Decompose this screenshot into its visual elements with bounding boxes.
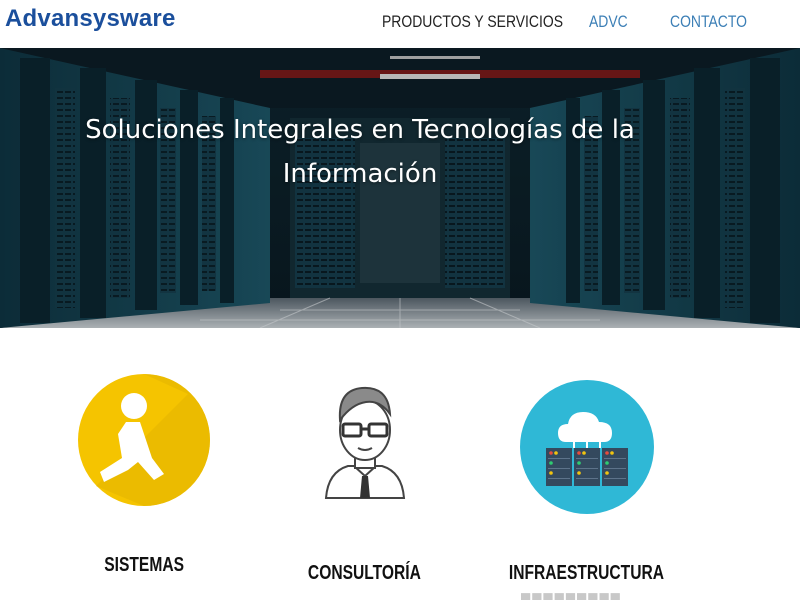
hero-title-line-1: Soluciones Integrales en Tecnologías de … [85,115,635,145]
service-title-infraestructura: INFRAESTRUCTURA [508,562,664,584]
nav-contacto[interactable]: CONTACTO [670,12,747,32]
service-title-consultoria: CONSULTORÍA [307,562,421,584]
hero-title: Soluciones Integrales en Tecnologías de … [60,108,660,196]
hero-title-line-2: Información [282,159,438,189]
cut-off-text: ▀▀▀▀▀▀▀▀▀ [521,593,651,600]
nav-productos-servicios[interactable]: PRODUCTOS Y SERVICIOS [382,12,563,32]
nav-advc[interactable]: ADVC [589,12,628,32]
cloud-server-icon[interactable] [520,380,654,514]
service-title-sistemas: SISTEMAS [104,554,184,576]
consultant-icon[interactable] [322,380,408,500]
running-figure-icon[interactable] [78,374,210,506]
hero-banner: Soluciones Integrales en Tecnologías de … [0,48,800,328]
site-logo[interactable]: Advansysware [5,5,176,33]
site-header: Advansysware PRODUCTOS Y SERVICIOS ADVC … [0,0,800,48]
